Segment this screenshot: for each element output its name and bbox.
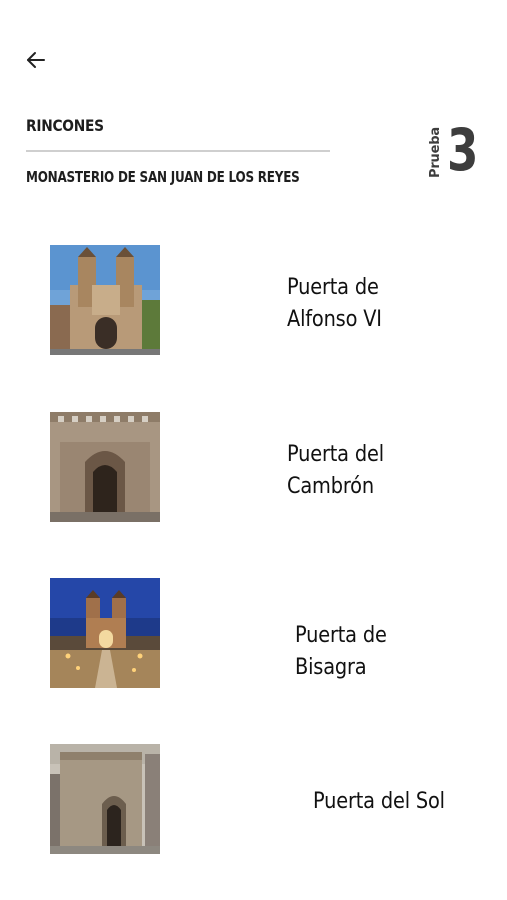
item-label: Puerta del Sol	[313, 789, 445, 814]
prueba-number: 3	[447, 116, 479, 184]
list-item-puerta-alfonso-vi[interactable]: Puerta de Alfonso VI	[0, 245, 507, 357]
list-item-puerta-bisagra[interactable]: Puerta de Bisagra	[0, 578, 507, 690]
screen: RINCONES MONASTERIO DE SAN JUAN DE LOS R…	[0, 0, 507, 900]
arrow-left-icon	[27, 52, 45, 68]
list-item-puerta-sol[interactable]: Puerta del Sol	[0, 744, 507, 856]
item-label: Puerta de Bisagra	[295, 623, 387, 680]
prueba-badge: Prueba 3	[428, 118, 484, 184]
thumbnail-image	[50, 744, 160, 854]
section-title: RINCONES	[26, 116, 104, 135]
thumbnail-image	[50, 245, 160, 355]
divider	[26, 150, 330, 152]
thumbnail-image	[50, 578, 160, 688]
prueba-label: Prueba	[428, 127, 443, 178]
item-label: Puerta del Cambrón	[287, 442, 384, 499]
item-label: Puerta de Alfonso VI	[287, 275, 382, 332]
back-button[interactable]	[20, 46, 52, 74]
page-subtitle: MONASTERIO DE SAN JUAN DE LOS REYES	[26, 168, 300, 186]
thumbnail-image	[50, 412, 160, 522]
list-item-puerta-cambron[interactable]: Puerta del Cambrón	[0, 412, 507, 524]
